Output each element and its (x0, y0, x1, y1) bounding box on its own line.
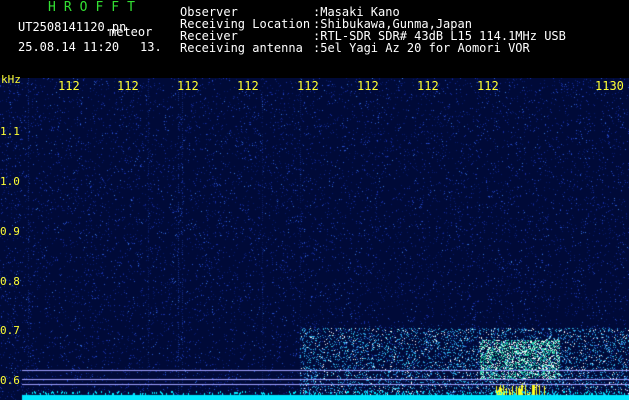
datetime-label: 25.08.14 11:20 (18, 40, 120, 54)
x-tick-label: 112 (297, 79, 319, 93)
y-tick-label: 0.7 (0, 324, 20, 337)
x-tick-label: 112 (417, 79, 439, 93)
x-tick-label: 112 (237, 79, 259, 93)
y-tick-label: 1.0 (0, 175, 20, 188)
y-tick-label: 0.6 (0, 374, 20, 387)
spectrogram-canvas[interactable] (0, 78, 629, 400)
axis-unit-label: kHz (1, 73, 21, 86)
sequence-label: 13. (140, 40, 162, 54)
y-tick-label: 0.8 (0, 275, 20, 288)
y-tick-label: 0.9 (0, 225, 20, 238)
app-title: HROFFT (48, 0, 143, 15)
x-tick-label: 112 (357, 79, 379, 93)
y-tick-label: 1.1 (0, 125, 20, 138)
antenna-label: Receiving antenna (180, 41, 303, 55)
x-tick-label: 112 (58, 79, 80, 93)
event-tag-label: meteor (109, 25, 153, 39)
x-tick-label: 112 (477, 79, 499, 93)
x-tick-label: 112 (177, 79, 199, 93)
x-tick-label: 112 (117, 79, 139, 93)
x-tick-label: 1130 (595, 79, 624, 93)
antenna-value: :5el Yagi Az 20 for Aomori VOR (313, 41, 530, 55)
